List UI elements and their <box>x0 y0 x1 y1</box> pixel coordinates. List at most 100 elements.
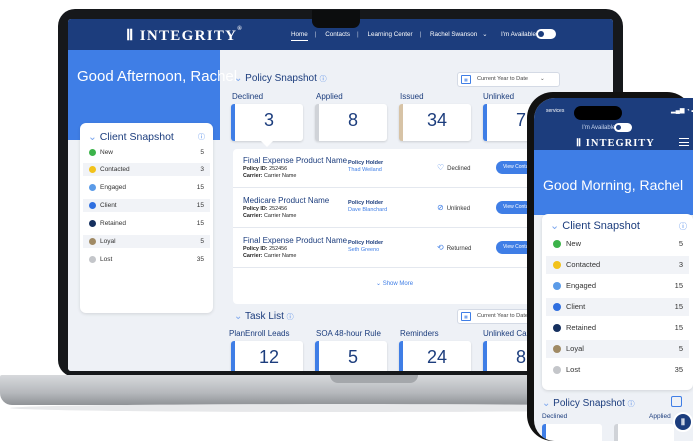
policy-date-range-select[interactable]: ▦ Current Year to Date ⌄ <box>457 72 560 87</box>
stat-value: 3 <box>263 110 274 130</box>
snapshot-row-contacted[interactable]: Contacted 3 <box>83 163 210 176</box>
stat-label-issued: Issued <box>400 92 424 101</box>
chevron-down-icon: ⌄ <box>88 131 100 143</box>
status-dot <box>553 345 561 353</box>
client-snapshot-card: ⌄ Client Snapshot ⓘ New 5 Contacted 3 Enga… <box>80 123 213 313</box>
stat-label-applied: Applied <box>316 92 343 101</box>
greeting-heading: Good Afternoon, Rachel <box>77 68 238 85</box>
stat-label-declined: Declined <box>232 92 264 101</box>
policy-holder: Policy Holder Thad Weiland <box>348 160 384 173</box>
phone-stat-applied[interactable] <box>614 424 674 441</box>
phone-snapshot-row-contacted[interactable]: Contacted 3 <box>546 256 689 274</box>
phone-snapshot-row-client[interactable]: Client 15 <box>546 298 689 316</box>
policy-holder: Policy Holder Dave Blanchard <box>348 200 388 213</box>
nav-contacts[interactable]: Contacts <box>325 31 350 38</box>
dynamic-island <box>574 106 622 120</box>
stat-card-issued[interactable]: 34 <box>399 104 471 141</box>
task-card-reminders[interactable]: 24 <box>399 341 471 371</box>
heart-icon: ♡ <box>437 163 445 172</box>
stat-value: 5 <box>347 347 358 367</box>
nav-separator: | <box>357 31 359 38</box>
availability-label: I'm Available <box>501 31 537 38</box>
status-dot <box>553 303 561 311</box>
logo-text: INTEGRITY <box>139 28 238 44</box>
info-icon[interactable]: ⓘ <box>320 76 327 83</box>
calendar-icon: ▦ <box>461 312 471 321</box>
client-snapshot-title[interactable]: ⌄ Client Snapshot <box>88 131 174 143</box>
policy-holder: Policy Holder Seth Greeno <box>348 240 384 253</box>
status-dot <box>553 324 561 332</box>
show-more-link[interactable]: ⌄ Show More <box>376 280 413 287</box>
snapshot-row-new[interactable]: New 5 <box>83 146 210 159</box>
calendar-icon[interactable] <box>671 396 682 407</box>
holder-name-link[interactable]: Thad Weiland <box>348 167 382 173</box>
phone-snapshot-title[interactable]: ⌄ Client Snapshot <box>550 219 640 232</box>
policy-row: Final Expense Product Name Policy ID: 25… <box>233 149 553 188</box>
task-card-planenroll[interactable]: 12 <box>231 341 303 371</box>
task-card-soa[interactable]: 5 <box>315 341 387 371</box>
info-icon[interactable]: ⓘ <box>287 314 294 321</box>
return-icon: ⟲ <box>437 243 444 252</box>
help-fab-icon[interactable]: Ⅱ <box>673 412 693 432</box>
nav-separator: | <box>314 31 317 38</box>
phone-availability-toggle[interactable] <box>614 123 632 132</box>
policy-status: ⟲ Returned <box>437 243 472 252</box>
task-label-planenroll: PlanEnroll Leads <box>229 329 290 338</box>
snapshot-row-loyal[interactable]: Loyal 5 <box>83 235 210 248</box>
phone-screen: services ▂▄▆ ◔ ▬ I'm Available Ⅱ INTEGRI… <box>534 98 693 441</box>
status-dot <box>89 149 96 156</box>
info-icon[interactable]: ⓘ <box>198 132 205 142</box>
snapshot-row-engaged[interactable]: Engaged 15 <box>83 181 210 194</box>
info-icon[interactable]: ⓘ <box>628 401 635 408</box>
stat-value: 8 <box>347 110 358 130</box>
status-dot <box>89 202 96 209</box>
phone-snapshot-row-lost[interactable]: Lost 35 <box>546 361 689 379</box>
policy-snapshot-heading[interactable]: ⌄ Policy Snapshot ⓘ <box>234 73 327 84</box>
status-dot <box>89 220 96 227</box>
policy-row: Medicare Product Name Policy ID: 252456 C… <box>233 189 553 228</box>
status-dot <box>89 238 96 245</box>
phone-snapshot-row-loyal[interactable]: Loyal 5 <box>546 340 689 358</box>
nav-learning-center[interactable]: Learning Center <box>367 31 412 38</box>
phone-stat-declined[interactable] <box>542 424 602 441</box>
stat-value: 12 <box>258 347 280 367</box>
status-dot <box>89 184 96 191</box>
phone-policy-snapshot-heading[interactable]: ⌄ Policy Snapshot ⓘ <box>542 398 635 409</box>
phone-snapshot-row-engaged[interactable]: Engaged 15 <box>546 277 689 295</box>
stat-value: 34 <box>426 110 448 130</box>
product-name: Final Expense Product Name <box>243 156 348 165</box>
snapshot-row-client[interactable]: Client 15 <box>83 199 210 212</box>
nav-separator: | <box>419 31 422 38</box>
stat-card-declined[interactable]: 3 <box>231 104 303 141</box>
phone-snapshot-row-new[interactable]: New 5 <box>546 235 689 253</box>
nav-user-menu[interactable]: Rachel Swanson <box>430 31 477 38</box>
info-icon[interactable]: ⓘ <box>679 221 687 232</box>
hamburger-menu-icon[interactable] <box>679 138 689 146</box>
phone-status-carrier: services <box>546 108 565 114</box>
phone-greeting: Good Morning, Rachel <box>543 177 684 193</box>
status-dot <box>553 240 561 248</box>
nav-home[interactable]: Home <box>291 31 308 41</box>
policy-row: Final Expense Product Name Policy ID: 25… <box>233 229 553 268</box>
holder-name-link[interactable]: Seth Greeno <box>348 247 379 253</box>
availability-toggle[interactable] <box>536 29 556 39</box>
holder-name-link[interactable]: Dave Blanchard <box>348 207 387 213</box>
stat-label-unlinked: Unlinked <box>483 92 515 101</box>
policy-meta: Policy ID: 252456 Carrier: Carrier Name <box>243 246 297 259</box>
snapshot-row-retained[interactable]: Retained 15 <box>83 217 210 230</box>
chevron-down-icon: ⌄ <box>542 398 554 409</box>
product-name: Medicare Product Name <box>243 196 330 205</box>
chevron-down-icon: ⌄ <box>376 281 383 287</box>
snapshot-row-lost[interactable]: Lost 35 <box>83 253 210 266</box>
logo-mark-icon: Ⅱ <box>576 138 586 149</box>
integrity-logo[interactable]: Ⅱ INTEGRITY® <box>126 26 243 45</box>
chevron-down-icon: ⌄ <box>550 220 563 232</box>
stat-card-applied[interactable]: 8 <box>315 104 387 141</box>
laptop-camera-notch <box>312 10 360 28</box>
task-list-heading[interactable]: ⌄ Task List ⓘ <box>234 311 294 322</box>
phone-logo[interactable]: Ⅱ INTEGRITY <box>576 137 655 149</box>
laptop-trackpad-lip <box>330 375 418 383</box>
task-label-reminders: Reminders <box>400 329 439 338</box>
phone-snapshot-row-retained[interactable]: Retained 15 <box>546 319 689 337</box>
policy-status: ♡ Declined <box>437 163 471 172</box>
